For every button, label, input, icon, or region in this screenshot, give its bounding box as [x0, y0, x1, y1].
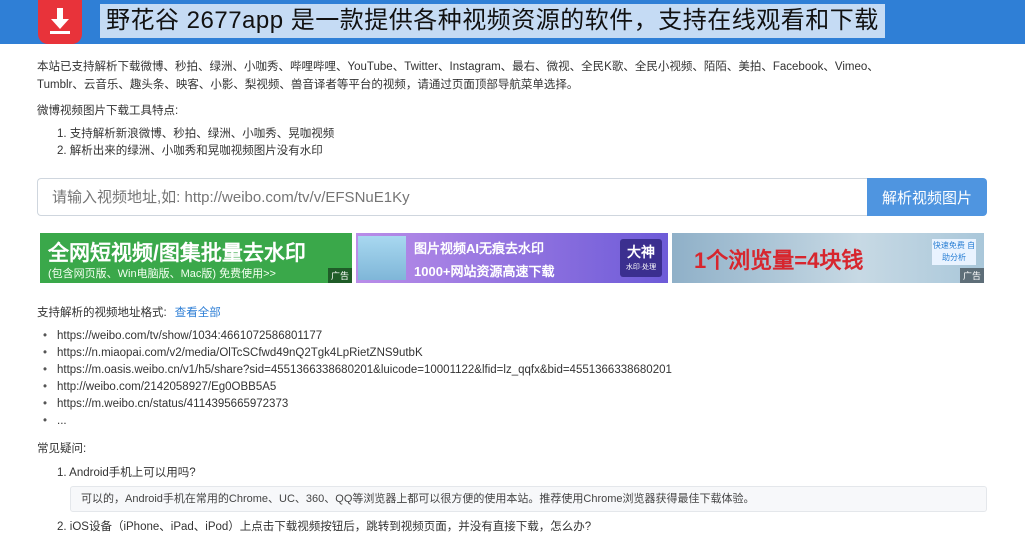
banner-3-cta: 快速免费 自助分析 — [932, 239, 976, 265]
ad-banner-watermark[interactable]: 全网短视频/图集批量去水印 (包含网页版、Win电脑版、Mac版) 免费使用>>… — [40, 233, 352, 283]
overlay-title: 野花谷 2677app 是一款提供各种视频资源的软件，支持在线观看和下载 — [100, 4, 885, 38]
list-item: https://m.oasis.weibo.cn/v1/h5/share?sid… — [57, 362, 672, 379]
ad-label: 广告 — [327, 268, 352, 283]
banner-2-badge: 大神 水印·处理 — [620, 239, 662, 277]
banner-2-headline: 图片视频AI无痕去水印 — [414, 241, 545, 256]
ad-banner-ai-watermark[interactable]: 图片视频AI无痕去水印 1000+网站资源高速下载 大神 水印·处理 — [356, 233, 668, 283]
faq-question-2: 2. iOS设备（iPhone、iPad、iPod）上点击下载视频按钮后，跳转到… — [57, 521, 592, 533]
faq-question-1: 1. Android手机上可以用吗? — [57, 467, 196, 479]
ad-label: 广告 — [959, 268, 984, 283]
faq-title: 常见疑问: — [37, 443, 87, 455]
badge-subtitle: 水印·处理 — [625, 264, 657, 271]
banner-3-headline: 1个浏览量=4块钱 — [694, 248, 864, 273]
badge-title: 大神 — [627, 244, 655, 260]
faq-answer-1: 可以的，Android手机在常用的Chrome、UC、360、QQ等浏览器上都可… — [70, 486, 987, 512]
intro-text: 本站已支持解析下载微博、秒拍、绿洲、小咖秀、哔哩哔哩、YouTube、Twitt… — [37, 58, 987, 94]
list-item: https://n.miaopai.com/v2/media/OlTcSCfwd… — [57, 345, 672, 362]
banner-2-subline: 1000+网站资源高速下载 — [414, 264, 555, 279]
banner-1-subline: (包含网页版、Win电脑版、Mac版) 免费使用>> — [48, 268, 276, 280]
formats-title-text: 支持解析的视频地址格式: — [37, 307, 167, 319]
search-bar: 解析视频图片 — [37, 178, 987, 216]
list-item: http://weibo.com/2142058927/Eg0OBB5A5 — [57, 379, 672, 396]
feature-item: 1. 支持解析新浪微博、秒拍、绿洲、小咖秀、晃咖视频 — [57, 128, 335, 140]
view-all-link[interactable]: 查看全部 — [175, 307, 221, 319]
url-format-list: https://weibo.com/tv/show/1034:466107258… — [57, 328, 672, 430]
video-url-input[interactable] — [37, 178, 867, 216]
feature-item: 2. 解析出来的绿洲、小咖秀和晃咖视频图片没有水印 — [57, 145, 323, 157]
ad-banner-traffic[interactable]: 1个浏览量=4块钱 快速免费 自助分析 广告 — [672, 233, 984, 283]
feature-list: 1. 支持解析新浪微博、秒拍、绿洲、小咖秀、晃咖视频 2. 解析出来的绿洲、小咖… — [57, 126, 334, 160]
formats-title: 支持解析的视频地址格式: 查看全部 — [37, 304, 221, 320]
banner-thumbnail-image — [358, 236, 406, 280]
app-download-icon[interactable] — [38, 0, 82, 44]
intro-line-1: 本站已支持解析下载微博、秒拍、绿洲、小咖秀、哔哩哔哩、YouTube、Twitt… — [37, 61, 879, 73]
download-arrow-icon — [50, 8, 70, 34]
features-title: 微博视频图片下载工具特点: — [37, 105, 179, 117]
parse-video-button[interactable]: 解析视频图片 — [867, 178, 987, 216]
list-item: https://weibo.com/tv/show/1034:466107258… — [57, 328, 672, 345]
list-item: https://m.weibo.cn/status/41143956659723… — [57, 396, 672, 413]
intro-line-2: Tumblr、云音乐、趣头条、映客、小影、梨视频、兽音译者等平台的视频，请通过页… — [37, 79, 579, 91]
list-item: ... — [57, 413, 672, 430]
banner-1-headline: 全网短视频/图集批量去水印 — [48, 242, 306, 265]
